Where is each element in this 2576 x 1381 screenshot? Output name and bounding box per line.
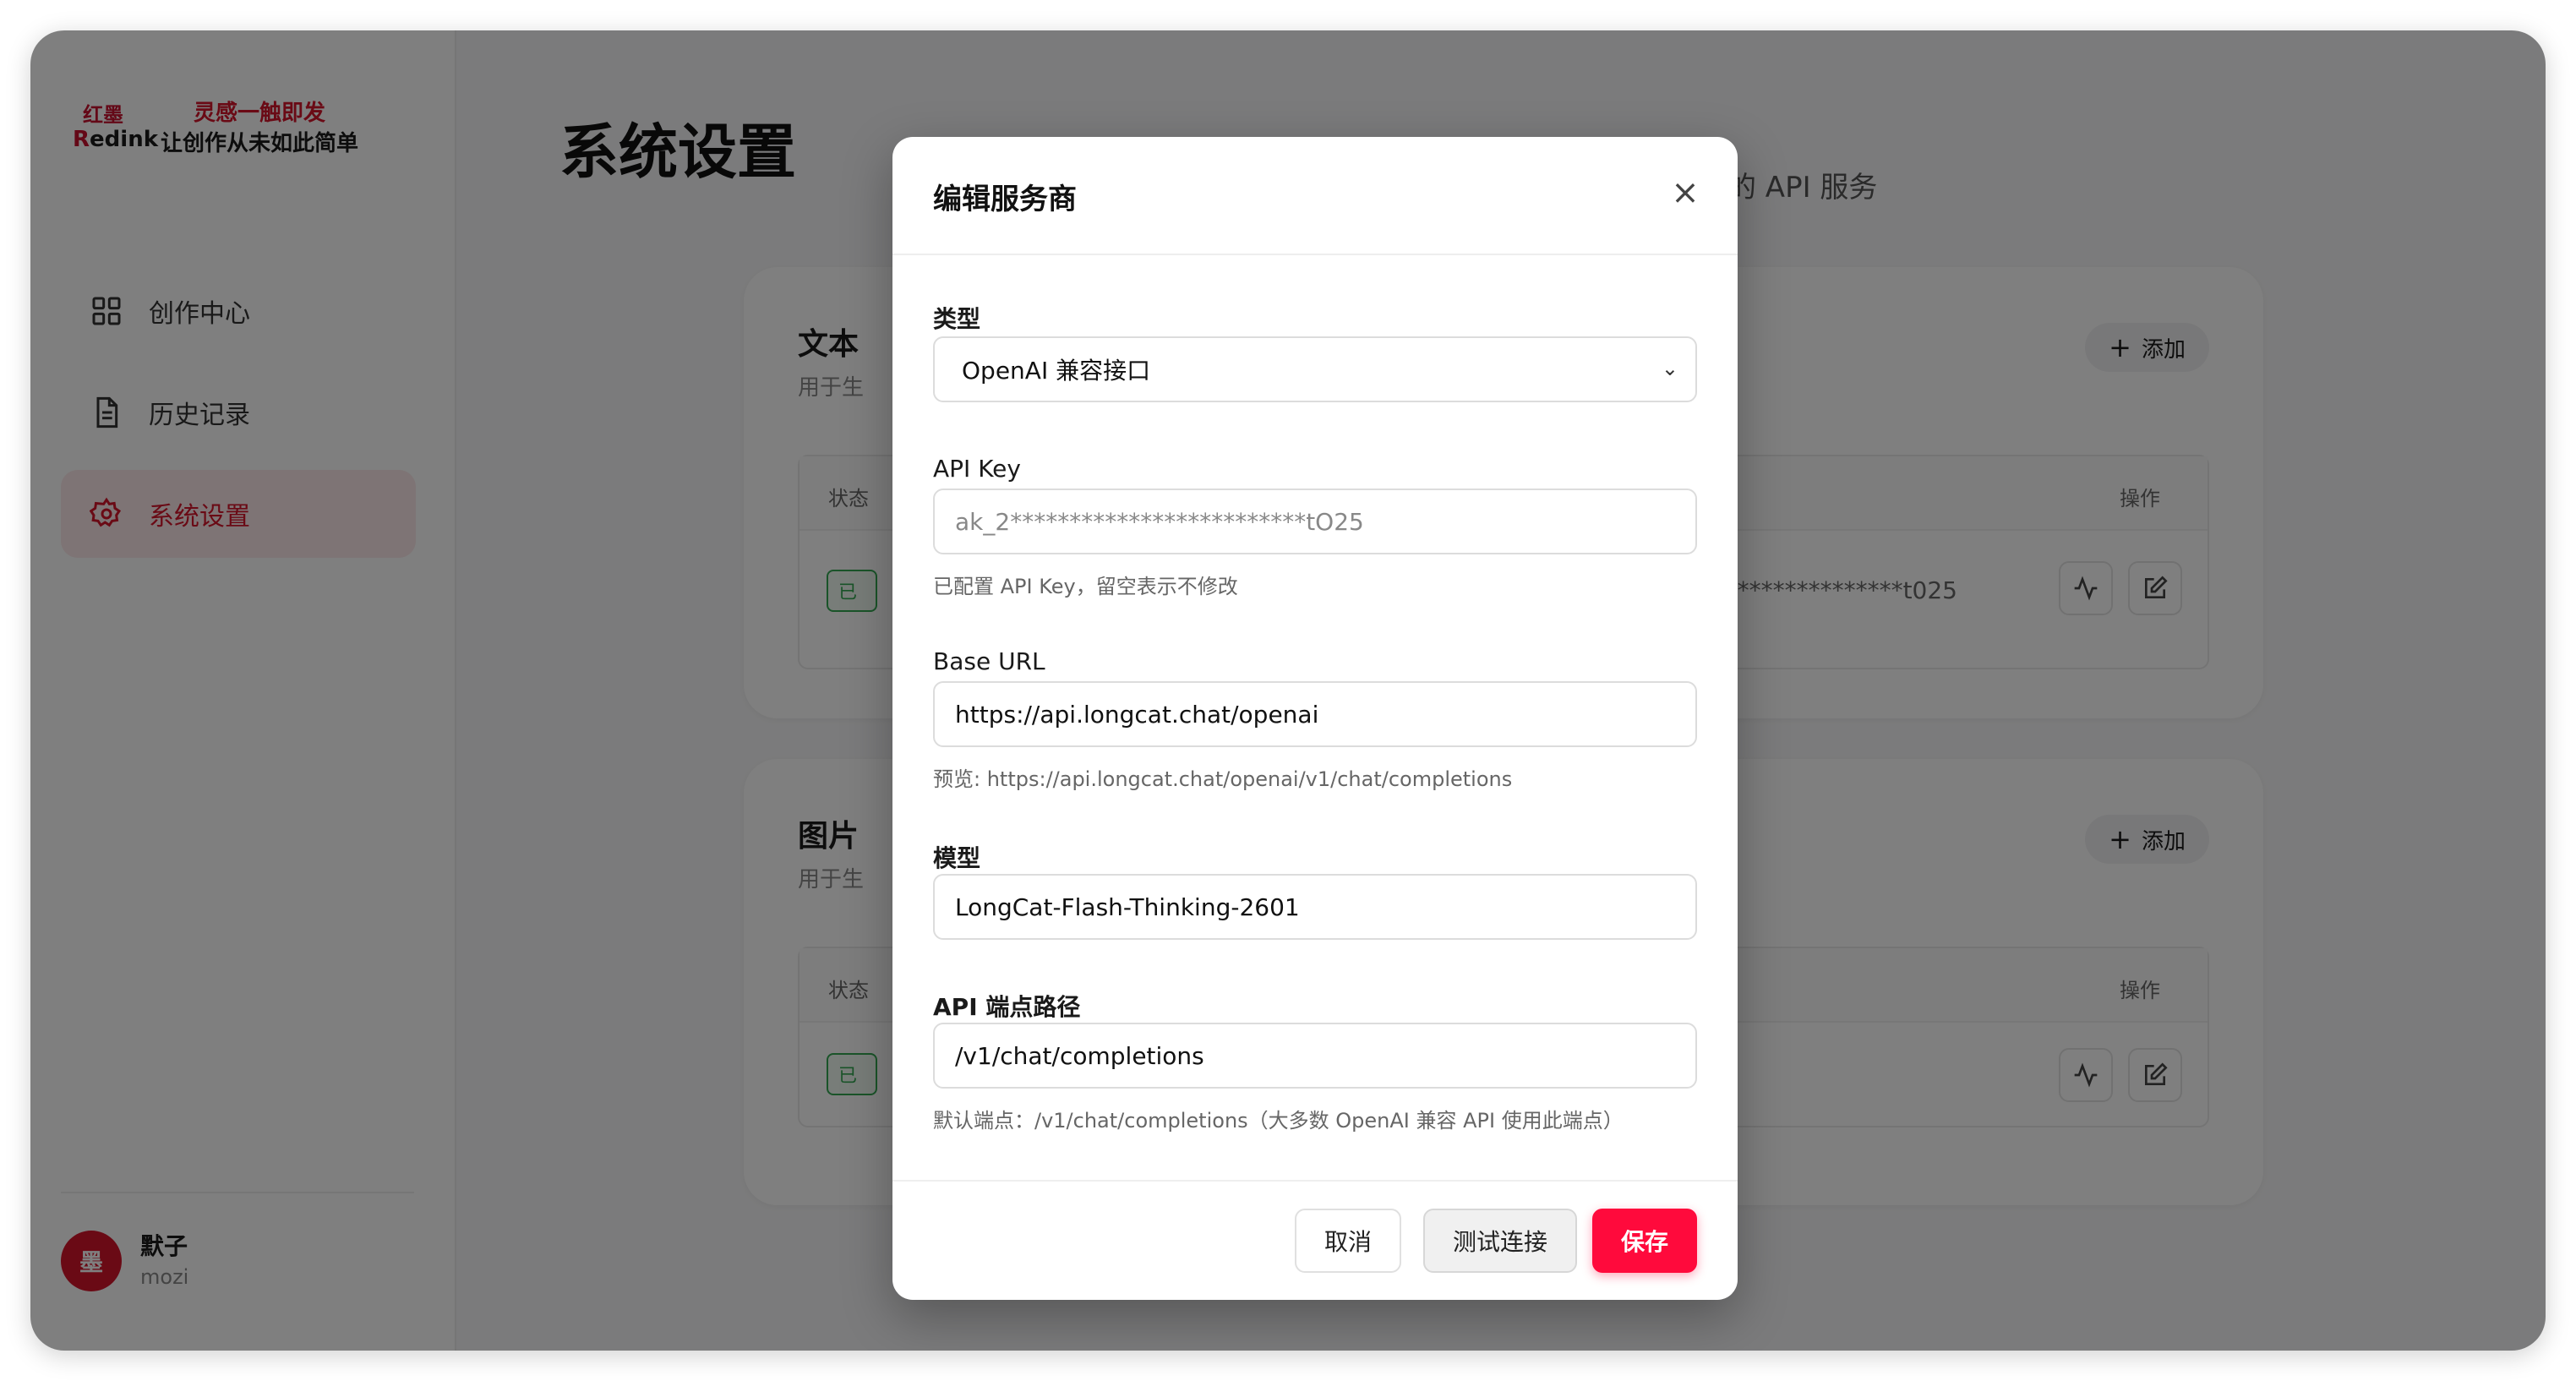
- base-url-preview: 预览: https://api.longcat.chat/openai/v1/c…: [933, 767, 1513, 791]
- dialog-title: 编辑服务商: [933, 183, 1077, 216]
- edit-provider-dialog: 编辑服务商 × 类型 OpenAI 兼容接口 ⌄ API Key ak_2***…: [892, 137, 1738, 1300]
- endpoint-help: 默认端点：/v1/chat/completions（大多数 OpenAI 兼容 …: [933, 1109, 1624, 1133]
- model-label: 模型: [933, 844, 981, 872]
- save-button[interactable]: 保存: [1592, 1209, 1697, 1273]
- type-label: 类型: [933, 305, 981, 333]
- base-url-label: Base URL: [933, 647, 1045, 675]
- close-icon[interactable]: ×: [1667, 174, 1704, 211]
- cancel-button[interactable]: 取消: [1295, 1209, 1401, 1273]
- app-window: 红墨 Redink 灵感一触即发 让创作从未如此简单 创作中心 历史记录: [30, 30, 2546, 1351]
- api-key-input[interactable]: ak_2*************************tO25: [933, 489, 1697, 554]
- dialog-header: 编辑服务商 ×: [892, 137, 1738, 255]
- type-select-value: OpenAI 兼容接口: [962, 357, 1151, 385]
- api-key-label: API Key: [933, 455, 1021, 483]
- base-url-value: https://api.longcat.chat/openai: [955, 700, 1319, 729]
- endpoint-value: /v1/chat/completions: [955, 1041, 1204, 1070]
- base-url-input[interactable]: https://api.longcat.chat/openai: [933, 681, 1697, 747]
- model-value: LongCat-Flash-Thinking-2601: [955, 892, 1300, 921]
- endpoint-label: API 端点路径: [933, 993, 1081, 1021]
- type-select[interactable]: OpenAI 兼容接口 ⌄: [933, 336, 1697, 402]
- api-key-help: 已配置 API Key，留空表示不修改: [933, 575, 1238, 598]
- dialog-footer: 取消 测试连接 保存: [892, 1180, 1738, 1300]
- endpoint-input[interactable]: /v1/chat/completions: [933, 1023, 1697, 1089]
- chevron-down-icon: ⌄: [1661, 357, 1678, 380]
- api-key-placeholder: ak_2*************************tO25: [955, 507, 1364, 536]
- model-input[interactable]: LongCat-Flash-Thinking-2601: [933, 874, 1697, 940]
- test-connection-button[interactable]: 测试连接: [1423, 1209, 1577, 1273]
